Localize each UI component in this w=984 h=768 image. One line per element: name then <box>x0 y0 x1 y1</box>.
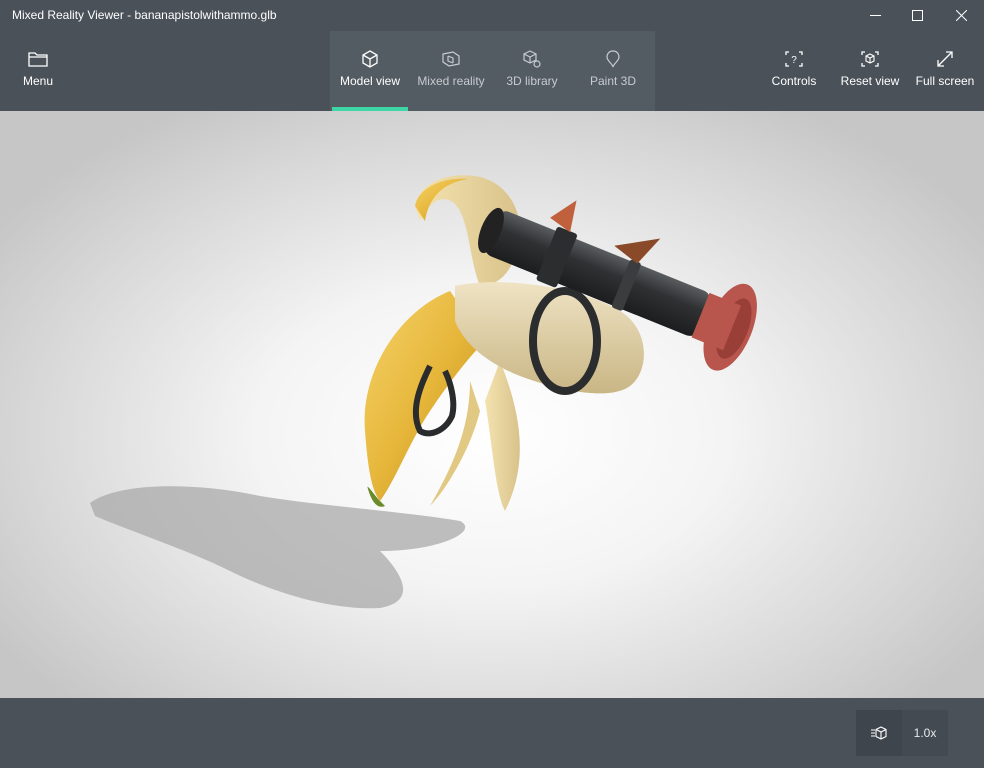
tab-label: Model view <box>339 74 401 88</box>
minimize-button[interactable] <box>852 0 898 31</box>
model-shadow <box>90 486 466 609</box>
speed-button[interactable]: 1.0x <box>902 710 948 756</box>
controls-icon: ? <box>785 51 803 67</box>
reset-view-button[interactable]: Reset view <box>840 31 900 111</box>
tab-3d-library[interactable]: 3D library <box>492 31 572 111</box>
model-viewport[interactable] <box>0 111 984 698</box>
paint-3d-icon <box>606 50 620 68</box>
banana-pistol-model[interactable] <box>0 111 984 698</box>
tab-label: 3D library <box>506 74 558 88</box>
bottom-bar: 1.0x <box>0 698 984 768</box>
controls-label: Controls <box>771 74 817 88</box>
menu-button[interactable]: Menu <box>16 31 60 111</box>
tab-label: Paint 3D <box>589 74 637 88</box>
tab-paint-3d[interactable]: Paint 3D <box>573 31 653 111</box>
animation-icon <box>871 726 887 740</box>
controls-button[interactable]: ? Controls <box>768 31 820 111</box>
full-screen-icon <box>937 51 953 67</box>
maximize-button[interactable] <box>894 0 940 31</box>
svg-text:?: ? <box>791 55 797 66</box>
title-bar: Mixed Reality Viewer - bananapistolwitha… <box>0 0 984 31</box>
tab-label: Mixed reality <box>417 74 485 88</box>
folder-icon <box>28 52 48 67</box>
reset-view-label: Reset view <box>840 74 900 88</box>
close-button[interactable] <box>938 0 984 31</box>
library-icon <box>523 50 541 68</box>
toolbar: Menu Model view Mixed reality 3D library… <box>0 31 984 111</box>
reset-view-icon <box>861 51 879 67</box>
view-tabs: Model view Mixed reality 3D library Pain… <box>330 31 655 111</box>
cube-icon <box>362 50 378 68</box>
menu-label: Menu <box>22 74 54 88</box>
mixed-reality-icon <box>442 51 460 67</box>
maximize-icon <box>911 10 923 21</box>
animation-button[interactable] <box>856 710 902 756</box>
tab-model-view[interactable]: Model view <box>330 31 410 111</box>
window-title: Mixed Reality Viewer - bananapistolwitha… <box>12 8 277 22</box>
close-icon <box>955 10 967 21</box>
minimize-icon <box>869 15 881 16</box>
tab-mixed-reality[interactable]: Mixed reality <box>411 31 491 111</box>
full-screen-button[interactable]: Full screen <box>914 31 976 111</box>
full-screen-label: Full screen <box>915 74 975 88</box>
peel-right <box>485 361 520 511</box>
